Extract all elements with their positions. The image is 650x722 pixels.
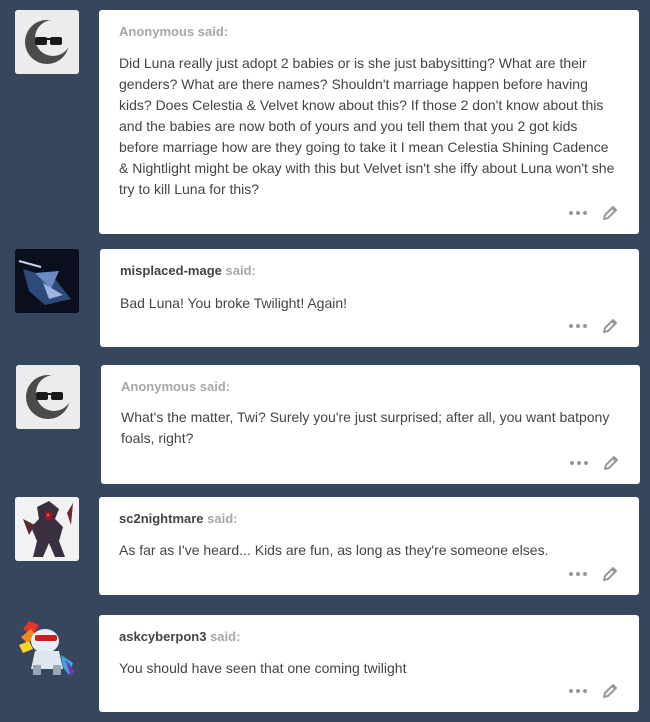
ask-card: misplaced-mage said: Bad Luna! You broke… bbox=[100, 249, 639, 347]
asker-name[interactable]: misplaced-mage bbox=[120, 263, 222, 278]
asker-line: Anonymous said: bbox=[119, 24, 619, 40]
more-options-icon[interactable] bbox=[569, 689, 587, 693]
anonymous-sunglasses-icon bbox=[15, 10, 79, 74]
ask-card: askcyberpon3 said: You should have seen … bbox=[99, 615, 639, 712]
more-options-icon[interactable] bbox=[569, 211, 587, 215]
more-options-icon[interactable] bbox=[569, 572, 587, 576]
anonymous-sunglasses-icon bbox=[16, 365, 80, 429]
edit-pencil-icon[interactable] bbox=[601, 565, 619, 583]
question-text: You should have seen that one coming twi… bbox=[119, 660, 407, 676]
question-text: What's the matter, Twi? Surely you're ju… bbox=[121, 409, 610, 446]
edit-pencil-icon[interactable] bbox=[601, 204, 619, 222]
more-options-icon[interactable] bbox=[569, 324, 587, 328]
more-options-icon[interactable] bbox=[570, 461, 588, 465]
post-actions bbox=[570, 454, 620, 472]
ask-card: Anonymous said: What's the matter, Twi? … bbox=[101, 365, 640, 484]
asker-name[interactable]: askcyberpon3 bbox=[119, 629, 206, 644]
post-actions bbox=[569, 204, 619, 222]
said-label: said: bbox=[199, 379, 231, 394]
said-label: said: bbox=[225, 263, 256, 278]
ask-card: Anonymous said: Did Luna really just ado… bbox=[99, 10, 639, 234]
edit-pencil-icon[interactable] bbox=[601, 317, 619, 335]
avatar[interactable] bbox=[16, 365, 80, 429]
said-label: said: bbox=[210, 629, 241, 644]
edit-pencil-icon[interactable] bbox=[601, 682, 619, 700]
edit-pencil-icon[interactable] bbox=[602, 454, 620, 472]
post-actions bbox=[569, 317, 619, 335]
asker-line: misplaced-mage said: bbox=[120, 263, 619, 279]
question-text: Did Luna really just adopt 2 babies or i… bbox=[119, 55, 615, 197]
asker-name: Anonymous bbox=[119, 24, 195, 39]
sc2nightmare-avatar bbox=[15, 497, 79, 561]
asker-name[interactable]: sc2nightmare bbox=[119, 511, 204, 526]
avatar[interactable] bbox=[15, 615, 79, 679]
asker-line: sc2nightmare said: bbox=[119, 511, 619, 527]
asker-line: askcyberpon3 said: bbox=[119, 629, 619, 645]
misplaced-mage-avatar bbox=[15, 249, 79, 313]
said-label: said: bbox=[197, 24, 229, 39]
said-label: said: bbox=[207, 511, 238, 526]
asker-name: Anonymous bbox=[121, 379, 197, 394]
post-actions bbox=[569, 682, 619, 700]
question-text: As far as I've heard... Kids are fun, as… bbox=[119, 542, 549, 558]
asker-line: Anonymous said: bbox=[121, 379, 620, 395]
ask-card: sc2nightmare said: As far as I've heard.… bbox=[99, 497, 639, 595]
avatar[interactable] bbox=[15, 497, 79, 561]
question-text: Bad Luna! You broke Twilight! Again! bbox=[120, 295, 348, 311]
avatar[interactable] bbox=[15, 249, 79, 313]
avatar[interactable] bbox=[15, 10, 79, 74]
askcyberpon3-avatar bbox=[15, 615, 79, 679]
post-actions bbox=[569, 565, 619, 583]
